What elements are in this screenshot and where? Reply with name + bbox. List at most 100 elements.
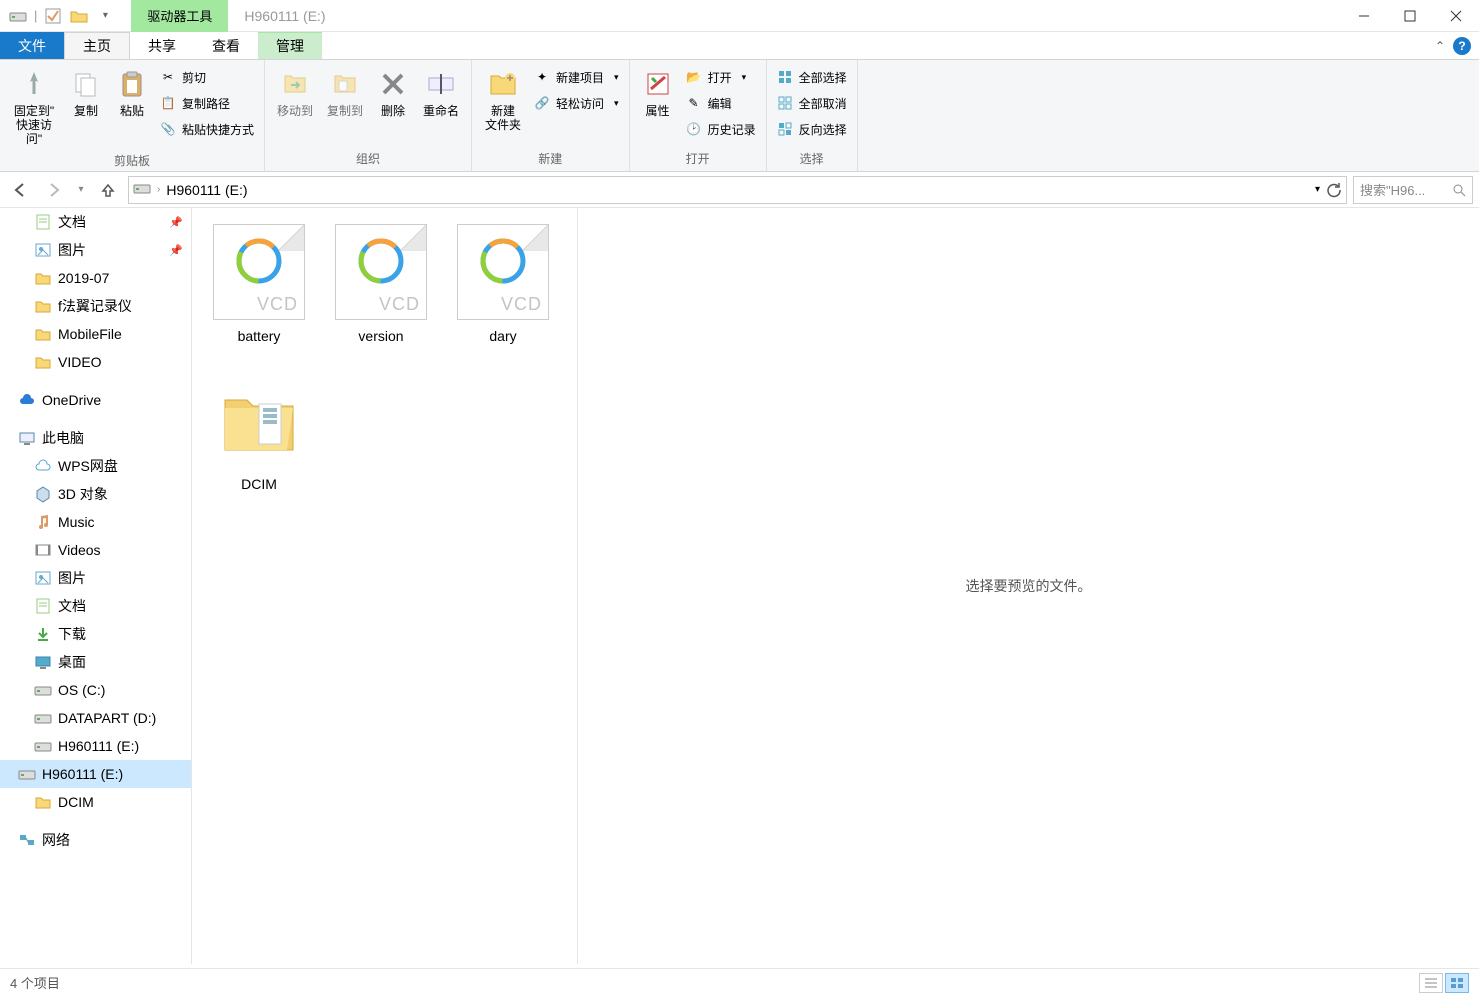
open-button[interactable]: 📂打开▾ [686,66,756,88]
selectall-button[interactable]: 全部选择 [777,66,847,88]
sidebar-item-MobileFile[interactable]: MobileFile [0,320,191,348]
sidebar-item-下载[interactable]: 下载 [0,620,191,648]
drive-icon [133,181,151,199]
vcd-file-thumb: VCD [213,224,305,320]
sidebar-item-桌面[interactable]: 桌面 [0,648,191,676]
copy-label: 复制 [74,104,98,118]
paste-button[interactable]: 粘贴 [110,64,154,122]
newfolder-button[interactable]: 新建 文件夹 [478,64,528,136]
invert-button[interactable]: 反向选择 [777,118,847,140]
tab-file[interactable]: 文件 [0,32,64,59]
file-name: DCIM [241,476,277,492]
tab-home[interactable]: 主页 [64,32,130,59]
search-input[interactable]: 搜索"H96... [1353,176,1473,204]
back-button[interactable] [6,176,34,204]
sidebar-item-OS (C:)[interactable]: OS (C:) [0,676,191,704]
vcd-label: VCD [501,294,542,315]
refresh-icon[interactable] [1326,182,1342,198]
pasteshortcut-icon: 📎 [160,121,176,137]
copyto-icon [329,68,361,100]
easyaccess-icon: 🔗 [534,95,550,111]
file-item-version[interactable]: VCD version [322,222,440,362]
maximize-button[interactable] [1387,0,1433,32]
delete-label: 删除 [381,104,405,118]
preview-message: 选择要预览的文件。 [966,576,1092,596]
details-view-button[interactable] [1419,973,1443,993]
files-pane[interactable]: VCD battery VCD version VCD dary [192,208,578,964]
collapse-ribbon-icon[interactable]: ⌃ [1435,39,1445,53]
tab-view[interactable]: 查看 [194,32,258,59]
properties-button[interactable]: 属性 [636,64,680,122]
sidebar-item-文档[interactable]: 文档📌 [0,208,191,236]
delete-button[interactable]: 删除 [371,64,415,122]
sidebar-item-2019-07[interactable]: 2019-07 [0,264,191,292]
sidebar-onedrive[interactable]: OneDrive [0,386,191,414]
qat-dropdown-icon[interactable]: ▾ [95,6,115,26]
forward-button[interactable] [40,176,68,204]
copy-icon [70,68,102,100]
easyaccess-button[interactable]: 🔗轻松访问▾ [534,92,619,114]
sidebar-item-DATAPART (D:)[interactable]: DATAPART (D:) [0,704,191,732]
cut-button[interactable]: ✂剪切 [160,66,254,88]
folder-thumb [217,378,301,462]
checkbox-icon[interactable] [43,6,63,26]
help-icon[interactable]: ? [1453,37,1471,55]
context-tab-label[interactable]: 驱动器工具 [131,0,228,32]
copypath-button[interactable]: 📋复制路径 [160,92,254,114]
sidebar-network[interactable]: 网络 [0,826,191,854]
icons-view-button[interactable] [1445,973,1469,993]
group-open: 属性 📂打开▾ ✎编辑 🕑历史记录 打开 [630,60,767,171]
file-item-battery[interactable]: VCD battery [200,222,318,362]
minimize-button[interactable] [1341,0,1387,32]
chevron-icon[interactable]: › [157,184,160,195]
recent-dropdown[interactable]: ▾ [74,176,88,204]
vcd-label: VCD [257,294,298,315]
sidebar-item-图片[interactable]: 图片 [0,564,191,592]
folder-icon[interactable] [69,6,89,26]
file-item-dary[interactable]: VCD dary [444,222,562,362]
rename-button[interactable]: 重命名 [417,64,465,122]
moveto-label: 移动到 [277,104,313,118]
sidebar-item-H960111 (E:)[interactable]: H960111 (E:) [0,732,191,760]
sidebar-item-3D 对象[interactable]: 3D 对象 [0,480,191,508]
copypath-icon: 📋 [160,95,176,111]
sidebar-item-图片[interactable]: 图片📌 [0,236,191,264]
pasteshortcut-button[interactable]: 📎粘贴快捷方式 [160,118,254,140]
drive-icon [34,709,52,727]
download-icon [34,625,52,643]
folder-icon [34,793,52,811]
ribbon-tabs: 文件 主页 共享 查看 管理 ⌃ ? [0,32,1479,60]
navigation-pane[interactable]: 文档📌图片📌2019-07f法翼记录仪MobileFileVIDEOOneDri… [0,208,192,964]
drive-icon [34,681,52,699]
sidebar-item-f法翼记录仪[interactable]: f法翼记录仪 [0,292,191,320]
pin-to-quickaccess-button[interactable]: 固定到" 快速访问" [6,64,62,150]
edit-button[interactable]: ✎编辑 [686,92,756,114]
sidebar-item-WPS网盘[interactable]: WPS网盘 [0,452,191,480]
paste-label: 粘贴 [120,104,144,118]
sidebar-item-Videos[interactable]: Videos [0,536,191,564]
selectnone-button[interactable]: 全部取消 [777,92,847,114]
tab-share[interactable]: 共享 [130,32,194,59]
copy-button[interactable]: 复制 [64,64,108,122]
addr-dropdown-icon[interactable]: ▾ [1315,184,1320,195]
history-button[interactable]: 🕑历史记录 [686,118,756,140]
pin-icon: 📌 [169,216,183,229]
sidebar-thispc[interactable]: 此电脑 [0,424,191,452]
sidebar-selected-drive[interactable]: H960111 (E:) [0,760,191,788]
sidebar-item-文档[interactable]: 文档 [0,592,191,620]
moveto-button[interactable]: 移动到 [271,64,319,122]
up-button[interactable] [94,176,122,204]
address-bar[interactable]: › H960111 (E:) ▾ [128,176,1347,204]
sidebar-item-VIDEO[interactable]: VIDEO [0,348,191,376]
delete-icon [377,68,409,100]
close-button[interactable] [1433,0,1479,32]
sidebar-item-dcim[interactable]: DCIM [0,788,191,816]
tab-manage[interactable]: 管理 [258,32,322,59]
sidebar-item-Music[interactable]: Music [0,508,191,536]
newitem-button[interactable]: ✦新建项目▾ [534,66,619,88]
breadcrumb[interactable]: H960111 (E:) [166,182,247,198]
file-item-DCIM[interactable]: DCIM [200,370,318,510]
group-select-title: 选择 [773,148,851,169]
copyto-button[interactable]: 复制到 [321,64,369,122]
group-clipboard: 固定到" 快速访问" 复制 粘贴 ✂剪切 📋复制路径 📎粘贴快捷方式 剪贴板 [0,60,265,171]
